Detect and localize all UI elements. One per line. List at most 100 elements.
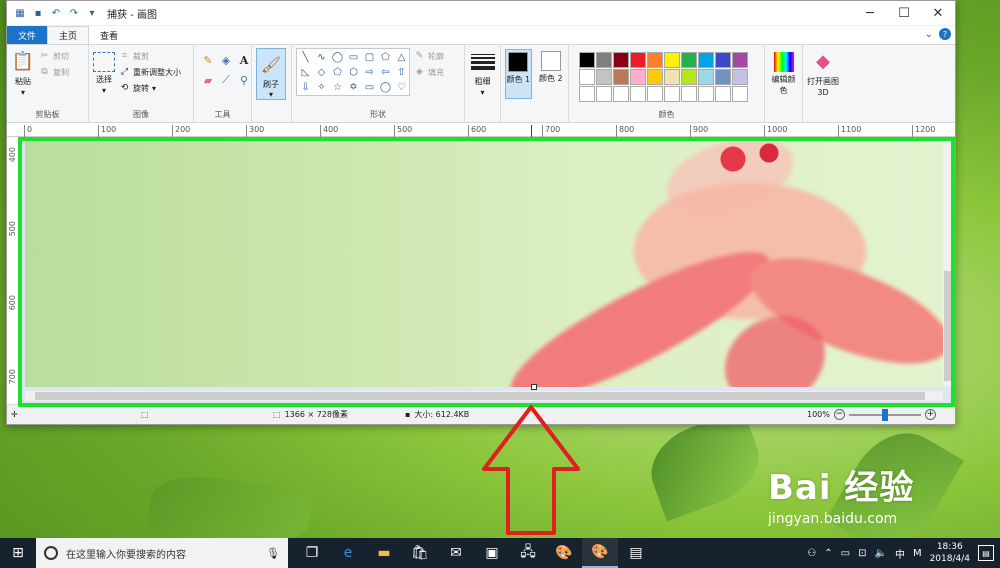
copy-button[interactable]: ⧉ 复制 (39, 64, 69, 80)
tab-view[interactable]: 查看 (89, 26, 129, 44)
palette-color-swatch[interactable] (613, 86, 629, 102)
palette-color-swatch[interactable] (715, 52, 731, 68)
palette-color-swatch[interactable] (664, 86, 680, 102)
palette-color-swatch[interactable] (681, 52, 697, 68)
palette-color-swatch[interactable] (613, 52, 629, 68)
palette-color-swatch[interactable] (613, 69, 629, 85)
oval-shape-icon[interactable]: ◯ (330, 50, 345, 65)
maximize-button[interactable]: ☐ (887, 1, 921, 26)
fill-bucket-icon[interactable]: ◈ (218, 52, 234, 68)
palette-color-swatch[interactable] (664, 69, 680, 85)
mail-icon[interactable]: ✉ (438, 538, 474, 568)
magnifier-icon[interactable]: ⚲ (236, 72, 252, 88)
triangle-shape-icon[interactable]: △ (394, 50, 409, 65)
taskbar-search[interactable]: 在这里输入你要搜索的内容 🎙 (36, 538, 288, 568)
palette-color-swatch[interactable] (681, 86, 697, 102)
ime-language[interactable]: 中 (895, 546, 905, 561)
edit-colors-button[interactable]: 编辑颜色 (769, 48, 798, 96)
action-center-icon[interactable]: ▤ (978, 545, 994, 561)
color2-button[interactable]: 颜色 2 (538, 49, 564, 99)
horizontal-scrollbar[interactable] (25, 391, 943, 401)
palette-color-swatch[interactable] (732, 52, 748, 68)
palette-color-swatch[interactable] (630, 52, 646, 68)
people-icon[interactable]: ⚇ (807, 548, 816, 559)
palette-color-swatch[interactable] (715, 86, 731, 102)
pencil-icon[interactable]: ✎ (200, 52, 216, 68)
store-icon[interactable]: 🛍 (402, 538, 438, 568)
palette-color-swatch[interactable] (596, 52, 612, 68)
help-button[interactable]: ? (939, 28, 951, 40)
curve-shape-icon[interactable]: ∿ (314, 50, 329, 65)
outline-button[interactable]: ✎ 轮廓 (414, 48, 444, 64)
volume-icon[interactable]: 🔈 (874, 548, 886, 559)
palette-color-swatch[interactable] (681, 69, 697, 85)
crop-button[interactable]: ⌗ 裁剪 (119, 48, 181, 64)
save-icon[interactable]: ▪ (31, 6, 45, 20)
clock[interactable]: 18:36 2018/4/4 (930, 541, 970, 565)
vertical-scroll-thumb[interactable] (944, 271, 952, 381)
resize-button[interactable]: ⤢ 重新调整大小 (119, 64, 181, 80)
up-arrow-shape-icon[interactable]: ⇧ (394, 65, 409, 80)
collapse-ribbon-button[interactable]: ⌄ (925, 29, 933, 40)
down-arrow-shape-icon[interactable]: ⇩ (298, 80, 313, 95)
task-view-icon[interactable]: ❐ (294, 538, 330, 568)
six-point-star-shape-icon[interactable]: ✡ (346, 80, 361, 95)
start-button[interactable]: ⊞ (0, 538, 36, 568)
five-point-star-shape-icon[interactable]: ☆ (330, 80, 345, 95)
rounded-rectangle-shape-icon[interactable]: ▢ (362, 50, 377, 65)
palette-color-swatch[interactable] (630, 69, 646, 85)
rectangle-shape-icon[interactable]: ▭ (346, 50, 361, 65)
palette-color-swatch[interactable] (664, 52, 680, 68)
palette-color-swatch[interactable] (630, 86, 646, 102)
tab-file[interactable]: 文件 (7, 26, 48, 44)
line-shape-icon[interactable]: ╲ (298, 50, 313, 65)
color-picker-icon[interactable]: ⟋ (218, 72, 234, 88)
show-hidden-icons[interactable]: ⌃ (824, 548, 832, 559)
ime-mode[interactable]: M (913, 548, 922, 559)
shapes-gallery[interactable]: ╲ ∿ ◯ ▭ ▢ ⬠ △ ◺ ◇ ⬠ ⬡ ⇨ ⇦ ⇧ ⇩ ✧ ☆ ✡ ▭ ◯ (296, 48, 410, 96)
palette-color-swatch[interactable] (698, 86, 714, 102)
customize-quick-access-button[interactable]: ▾ (85, 6, 99, 20)
zoom-in-button[interactable]: + (924, 409, 936, 420)
zoom-slider[interactable] (848, 408, 921, 421)
horizontal-scroll-thumb[interactable] (35, 392, 925, 400)
undo-icon[interactable]: ↶ (49, 6, 63, 20)
palette-color-swatch[interactable] (715, 69, 731, 85)
edge-browser-icon[interactable]: e (330, 538, 366, 568)
microphone-icon[interactable]: 🎙 (266, 547, 280, 560)
cut-button[interactable]: ✂ 剪切 (39, 48, 69, 64)
color1-button[interactable]: 颜色 1 (505, 49, 532, 99)
palette-color-swatch[interactable] (596, 86, 612, 102)
brushes-button[interactable]: 🖌 刷子 ▾ (256, 48, 286, 100)
minimize-button[interactable]: ─ (853, 1, 887, 26)
callout-oval-shape-icon[interactable]: ◯ (378, 80, 393, 95)
close-button[interactable]: ✕ (921, 1, 955, 26)
paint-taskbar-icon[interactable]: 🎨 (546, 538, 582, 568)
right-triangle-shape-icon[interactable]: ◺ (298, 65, 313, 80)
zoom-slider-thumb[interactable] (881, 408, 888, 421)
diamond-shape-icon[interactable]: ◇ (314, 65, 329, 80)
open-paint3d-button[interactable]: ◆ 打开画图 3D (807, 48, 839, 98)
redo-icon[interactable]: ↷ (67, 6, 81, 20)
size-button[interactable]: 粗细 ▾ (469, 48, 496, 98)
right-arrow-shape-icon[interactable]: ⇨ (362, 65, 377, 80)
palette-color-swatch[interactable] (698, 52, 714, 68)
tab-home[interactable]: 主页 (47, 26, 90, 44)
text-icon[interactable]: A (236, 52, 252, 68)
palette-color-swatch[interactable] (579, 86, 595, 102)
canvas-resize-handle[interactable] (531, 384, 537, 390)
palette-color-swatch[interactable] (698, 69, 714, 85)
palette-color-swatch[interactable] (579, 52, 595, 68)
network-app-icon[interactable]: 🖧 (510, 538, 546, 568)
palette-color-swatch[interactable] (647, 86, 663, 102)
hexagon-shape-icon[interactable]: ⬡ (346, 65, 361, 80)
polygon-shape-icon[interactable]: ⬠ (378, 50, 393, 65)
document-app-icon[interactable]: ▤ (618, 538, 654, 568)
palette-color-swatch[interactable] (647, 52, 663, 68)
palette-color-swatch[interactable] (596, 69, 612, 85)
rotate-button[interactable]: ⟲ 旋转 ▾ (119, 80, 181, 96)
zoom-out-button[interactable]: − (833, 409, 845, 420)
palette-color-swatch[interactable] (579, 69, 595, 85)
file-explorer-icon[interactable]: ▬ (366, 538, 402, 568)
app-icon[interactable]: ▣ (474, 538, 510, 568)
